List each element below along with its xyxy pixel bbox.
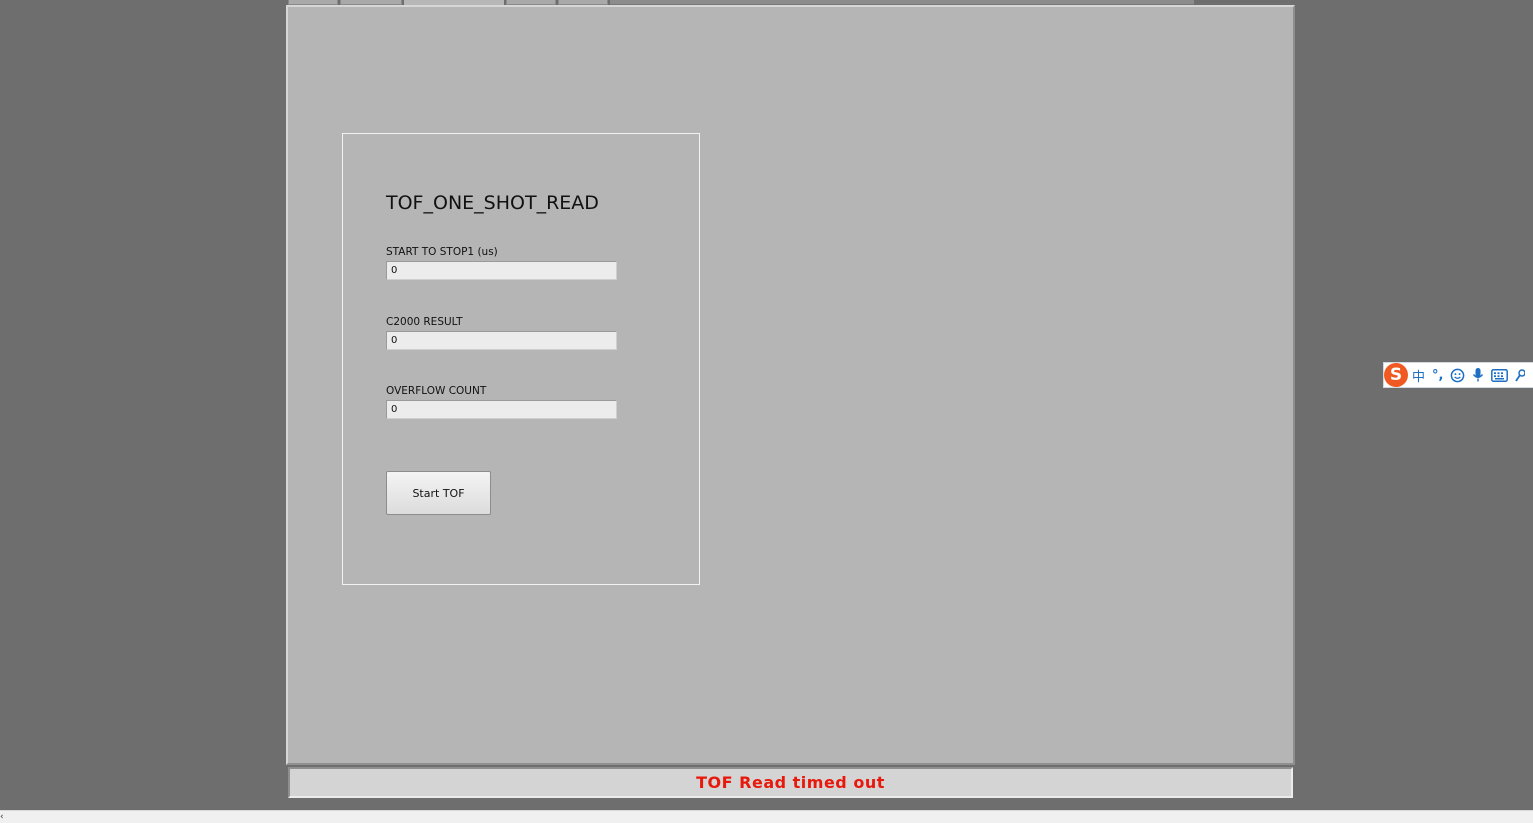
start-to-stop1-label: START TO STOP1 (us) xyxy=(386,246,498,258)
settings-icon[interactable] xyxy=(1515,368,1526,383)
start-tof-button[interactable]: Start TOF xyxy=(386,471,491,515)
horizontal-scrollbar[interactable]: ‹ xyxy=(0,810,1533,823)
overflow-count-field[interactable]: 0 xyxy=(386,400,617,419)
scroll-left-arrow-icon[interactable]: ‹ xyxy=(0,811,4,823)
ime-toolbar: S 中 °, xyxy=(1383,362,1533,388)
start-to-stop1-field[interactable]: 0 xyxy=(386,261,617,280)
ime-punctuation-toggle[interactable]: °, xyxy=(1432,368,1443,383)
emoji-icon[interactable] xyxy=(1450,368,1465,383)
sogou-logo-icon[interactable]: S xyxy=(1384,363,1408,387)
application-window: TOF_ONE_SHOT_READ START TO STOP1 (us) 0 … xyxy=(0,0,1533,823)
c2000-result-field[interactable]: 0 xyxy=(386,331,617,350)
overflow-count-label: OVERFLOW COUNT xyxy=(386,385,487,397)
group-title: TOF_ONE_SHOT_READ xyxy=(386,192,599,214)
c2000-result-label: C2000 RESULT xyxy=(386,316,463,328)
status-message: TOF Read timed out xyxy=(696,773,885,792)
keyboard-icon[interactable] xyxy=(1491,368,1509,382)
main-panel: TOF_ONE_SHOT_READ START TO STOP1 (us) 0 … xyxy=(286,5,1295,765)
tof-one-shot-group: TOF_ONE_SHOT_READ START TO STOP1 (us) 0 … xyxy=(342,133,700,585)
ime-mode-toggle[interactable]: 中 xyxy=(1412,366,1425,385)
microphone-icon[interactable] xyxy=(1472,367,1484,383)
status-bar: TOF Read timed out xyxy=(288,767,1293,798)
